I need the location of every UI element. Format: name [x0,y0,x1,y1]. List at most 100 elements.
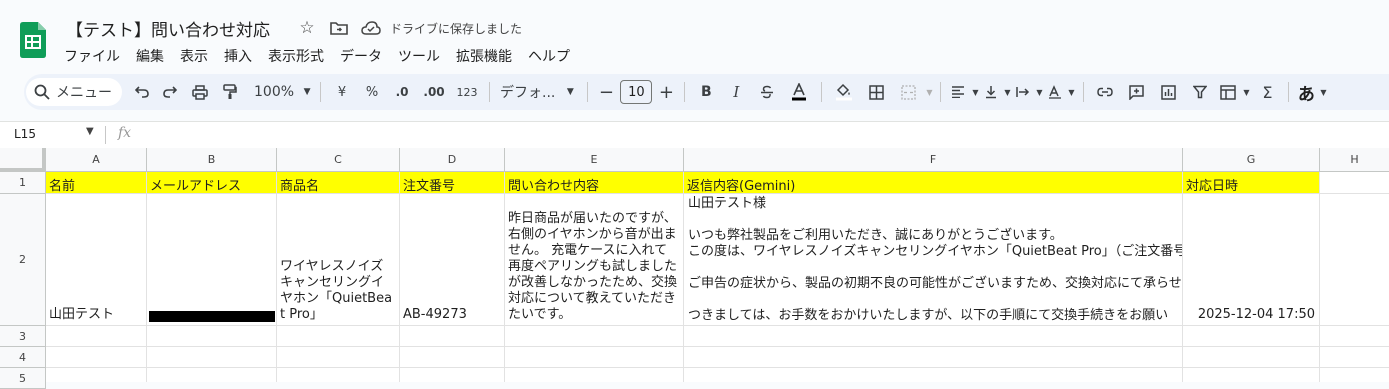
wrap-dropdown-icon[interactable]: ▼ [1033,78,1045,106]
print-icon[interactable] [184,78,216,106]
menu-data[interactable]: データ [340,44,390,68]
grid-cell[interactable] [400,347,505,368]
redo-icon[interactable] [156,78,184,106]
borders-icon[interactable] [860,78,892,106]
header-cell-order-number[interactable]: 注文番号 [400,172,505,194]
menu-view[interactable]: 表示 [180,44,216,68]
grid-cell[interactable] [684,326,1183,347]
column-header-h[interactable]: H [1320,148,1389,172]
filter-views-icon[interactable] [1216,78,1240,106]
cell-datetime[interactable]: 2025-12-04 17:50 [1183,194,1320,326]
grid-cell[interactable] [400,326,505,347]
sheets-logo-icon[interactable] [20,22,46,58]
input-tools-dropdown-icon[interactable]: ▼ [1317,78,1329,106]
grid-cell[interactable] [1320,347,1389,368]
row-header-3[interactable]: 3 [0,326,46,347]
name-box[interactable]: L15 [14,127,36,141]
grid-cell[interactable] [147,368,277,382]
grid-cell[interactable] [1183,326,1320,347]
functions-icon[interactable]: Σ [1252,78,1282,106]
input-tools-button[interactable]: あ [1295,78,1317,106]
cell-email[interactable] [147,194,277,326]
move-folder-icon[interactable] [328,17,350,39]
grid-cell[interactable] [1320,368,1389,382]
strikethrough-icon[interactable] [751,78,783,106]
header-cell-inquiry[interactable]: 問い合わせ内容 [505,172,684,194]
font-size-input[interactable]: 10 [620,80,653,104]
row-header-5[interactable]: 5 [0,368,46,389]
row-header-2[interactable]: 2 [0,194,46,326]
menu-tools[interactable]: ツール [398,44,448,68]
header-cell-email[interactable]: メールアドレス [147,172,277,194]
column-header-e[interactable]: E [505,148,684,172]
text-wrapping-icon[interactable] [1013,78,1033,106]
grid-cell[interactable] [1183,368,1320,382]
vertical-align-icon[interactable] [981,78,1001,106]
column-header-d[interactable]: D [400,148,505,172]
align-dropdown-icon[interactable]: ▼ [969,78,981,106]
cloud-saved-icon[interactable] [360,17,382,39]
cell-reply[interactable]: 山田テスト様 いつも弊社製品をご利用いただき、誠にありがとうございます。 この度… [684,194,1183,326]
merge-cells-icon[interactable] [892,78,924,106]
grid-cell[interactable] [400,368,505,382]
grid-cell[interactable] [277,347,400,368]
grid-cell[interactable] [505,347,684,368]
rotation-dropdown-icon[interactable]: ▼ [1065,78,1077,106]
header-cell-reply[interactable]: 返信内容(Gemini) [684,172,1183,194]
insert-comment-icon[interactable] [1120,78,1152,106]
percent-format-button[interactable]: % [357,78,387,106]
menu-insert[interactable]: 挿入 [224,44,260,68]
column-header-a[interactable]: A [46,148,147,172]
grid-cell[interactable] [684,347,1183,368]
italic-button[interactable]: I [721,78,751,106]
cell-product[interactable]: ワイヤレスノイズキャンセリングイヤホン「QuietBeat Pro」 [277,194,400,326]
column-header-g[interactable]: G [1183,148,1320,172]
grid-cell[interactable] [505,326,684,347]
zoom-select[interactable]: 100% [244,78,300,106]
document-title[interactable]: 【テスト】問い合わせ対応 [66,16,270,41]
cell-order-number[interactable]: AB-49273 [400,194,505,326]
decrease-decimal-button[interactable]: .0 [387,78,417,106]
column-header-f[interactable]: F [684,148,1183,172]
font-dropdown-icon[interactable]: ▼ [559,78,581,106]
cell-inquiry[interactable]: 昨日商品が届いたのですが、右側のイヤホンから音が出ません。 充電ケースに入れて再… [505,194,684,326]
increase-decimal-button[interactable]: .00 [417,78,451,106]
star-icon[interactable]: ☆ [296,17,318,39]
column-header-c[interactable]: C [277,148,400,172]
menu-format[interactable]: 表示形式 [268,44,332,68]
zoom-dropdown-icon[interactable]: ▼ [300,78,314,106]
menu-edit[interactable]: 編集 [136,44,172,68]
menu-help[interactable]: ヘルプ [528,44,578,68]
select-all-corner[interactable] [0,148,46,172]
font-select[interactable]: デフォ... [496,78,559,106]
grid-cell[interactable] [505,368,684,382]
column-header-b[interactable]: B [147,148,277,172]
grid-cell[interactable] [277,326,400,347]
bold-button[interactable]: B [691,78,721,106]
row-header-1[interactable]: 1 [0,172,46,194]
grid-cell[interactable] [684,368,1183,382]
grid-cell[interactable] [1183,347,1320,368]
menu-extensions[interactable]: 拡張機能 [456,44,520,68]
text-rotation-icon[interactable] [1045,78,1065,106]
currency-format-button[interactable]: ¥ [327,78,357,106]
insert-link-icon[interactable] [1090,78,1120,106]
grid-cell[interactable] [277,368,400,382]
filter-icon[interactable] [1184,78,1216,106]
filter-views-dropdown-icon[interactable]: ▼ [1240,78,1252,106]
header-cell-product[interactable]: 商品名 [277,172,400,194]
grid-cell[interactable] [147,326,277,347]
header-cell-datetime[interactable]: 対応日時 [1183,172,1320,194]
merge-dropdown-icon[interactable]: ▼ [924,78,934,106]
search-menus-button[interactable]: メニュー [26,78,122,106]
decrease-font-size-icon[interactable]: − [594,78,618,106]
valign-dropdown-icon[interactable]: ▼ [1001,78,1013,106]
undo-icon[interactable] [128,78,156,106]
grid-cell[interactable] [147,347,277,368]
cell-name[interactable]: 山田テスト [46,194,147,326]
row-header-4[interactable]: 4 [0,347,46,368]
increase-font-size-icon[interactable]: + [654,78,678,106]
grid-cell[interactable] [1320,172,1389,194]
grid-cell[interactable] [46,368,147,382]
paint-format-icon[interactable] [216,78,244,106]
